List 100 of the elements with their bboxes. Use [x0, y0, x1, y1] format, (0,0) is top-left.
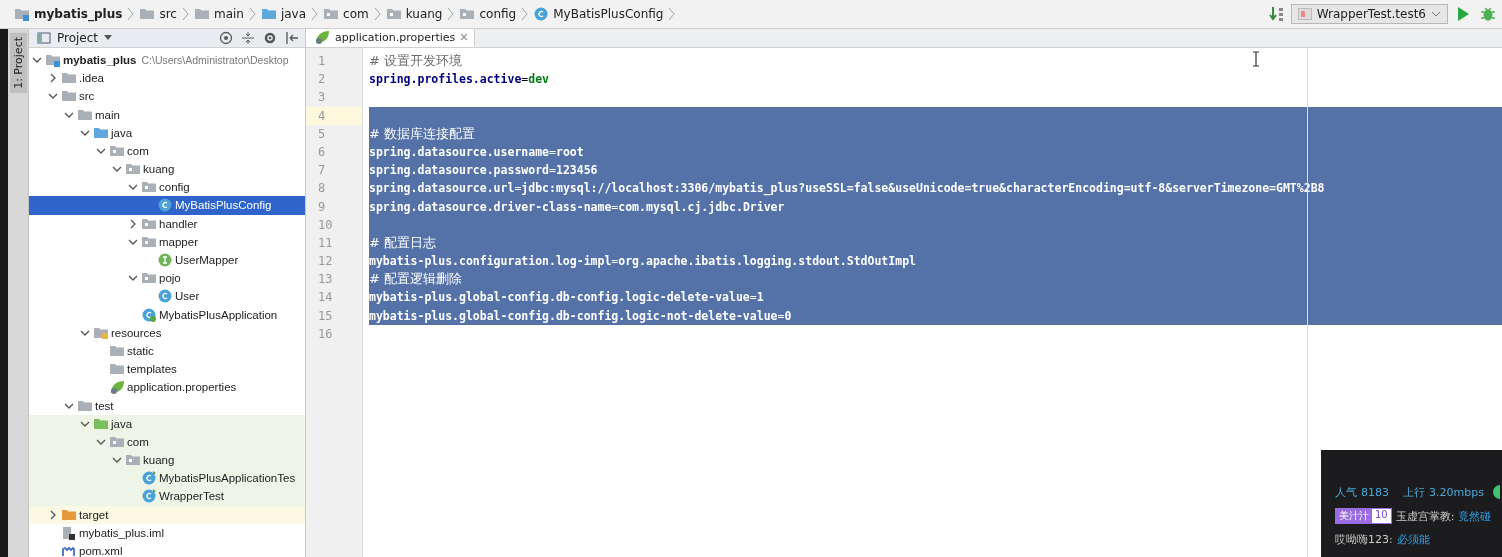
folder-icon: [139, 6, 156, 22]
code-line: mybatis-plus.global-config.db-config.logic-delete-value=1: [369, 290, 764, 305]
tree-item[interactable]: templates: [29, 360, 305, 379]
code-line: spring.profiles.active=dev: [369, 72, 550, 87]
sort-icon: [1268, 6, 1285, 22]
module-icon: [14, 6, 30, 22]
tree-item[interactable]: MyBatisPlusConfig: [29, 196, 305, 215]
hide-button[interactable]: [283, 30, 301, 45]
tree-item[interactable]: mapper: [29, 232, 305, 251]
tree-item[interactable]: java: [29, 123, 305, 142]
class-icon: [533, 6, 550, 22]
tree-item[interactable]: kuang: [29, 160, 305, 179]
tree-item[interactable]: .idea: [29, 69, 305, 88]
locate-button[interactable]: [217, 30, 235, 45]
line-number: 15: [317, 307, 334, 325]
chevron-icon: [248, 7, 256, 21]
chat-message: 竟然碰: [1458, 508, 1492, 524]
tree-item[interactable]: User: [29, 287, 305, 306]
chevron-icon: [311, 7, 319, 21]
tree-item[interactable]: WrapperTest: [29, 487, 305, 506]
package-icon: [385, 6, 402, 22]
chevron-icon: [181, 7, 189, 21]
tree-item[interactable]: mybatis_plus.iml: [29, 523, 305, 542]
line-number: 1: [317, 53, 327, 70]
path-text: C:\Users\Administrator\Desktop: [141, 54, 289, 66]
breadcrumb[interactable]: java: [260, 6, 307, 22]
project-stripe-tab[interactable]: 1: Project: [9, 33, 27, 93]
tree-item[interactable]: pom.xml: [29, 541, 305, 557]
folder-icon: [193, 6, 210, 22]
package-icon: [323, 6, 340, 22]
caret-icon: [1431, 11, 1441, 17]
chat-username: 哎呦嗨123:: [1335, 532, 1393, 547]
tree-item[interactable]: resources: [29, 323, 305, 342]
tree-item[interactable]: MybatisPlusApplication: [29, 305, 305, 324]
collapse-icon: [241, 30, 255, 45]
line-number: 9: [317, 198, 327, 216]
bug-icon: [1480, 6, 1496, 22]
breadcrumb[interactable]: kuang: [385, 6, 443, 22]
tree-item[interactable]: mybatis_plus C:\Users\Administrator\Desktop: [29, 50, 305, 70]
tree-item[interactable]: config: [29, 178, 305, 197]
hide-icon: [285, 30, 299, 45]
tree-item[interactable]: kuang: [29, 451, 305, 470]
interface-icon: [157, 252, 173, 269]
chat-message: 必须能: [1396, 532, 1430, 547]
line-number: 2: [317, 71, 327, 89]
class-icon: [141, 488, 157, 505]
folder-icon: [109, 343, 125, 359]
tree-item[interactable]: MybatisPlusApplicationTes: [29, 469, 305, 488]
line-number: 3: [317, 89, 327, 107]
tree-item[interactable]: application.properties: [29, 378, 305, 397]
tree-item[interactable]: handler: [29, 214, 305, 233]
line-number: 12: [317, 253, 334, 271]
code-line: spring.datasource.username=root: [369, 144, 584, 159]
leaf-icon: [109, 379, 125, 396]
code-line: spring.datasource.driver-class-name=com.mysql.cj.jdbc.Driver: [369, 199, 785, 214]
tree-item[interactable]: src: [29, 87, 305, 106]
config-icon: [1297, 8, 1312, 20]
tree-item[interactable]: UserMapper: [29, 250, 305, 270]
editor-tab[interactable]: application.properties: [306, 29, 476, 47]
collapse-button[interactable]: [239, 30, 257, 45]
file-icon: [61, 524, 77, 541]
line-number: 11: [317, 234, 334, 252]
chevron-icon: [668, 7, 676, 21]
breadcrumb[interactable]: MyBatisPlusConfig: [533, 6, 664, 22]
tree-item[interactable]: pojo: [29, 269, 305, 288]
line-number: 6: [317, 143, 327, 161]
code-line: spring.datasource.password=123456: [369, 163, 598, 178]
code-comment: # 数据库连接配置: [369, 125, 476, 141]
line-number: 8: [317, 180, 327, 198]
chevron-icon: [127, 7, 135, 21]
popularity-count: 8183: [1361, 485, 1389, 499]
chevron-icon: [447, 7, 455, 21]
breadcrumb[interactable]: src: [139, 6, 177, 22]
run-icon: [1456, 6, 1470, 22]
breadcrumb[interactable]: com: [323, 6, 369, 22]
line-number: 5: [317, 125, 327, 143]
breadcrumb[interactable]: main: [193, 6, 244, 22]
locate-icon: [219, 30, 233, 45]
run-configuration-dropdown[interactable]: WrapperTest.test6: [1290, 4, 1448, 24]
code-line: mybatis-plus.global-config.db-config.logic-not-delete-value=0: [369, 308, 792, 323]
code-line: mybatis-plus.configuration.log-impl=org.apache.ibatis.logging.stdout.StdOutImpl: [369, 254, 916, 269]
tree-item[interactable]: static: [29, 341, 305, 361]
settings-icon: [263, 30, 277, 45]
fan-badge: 美汁汁 10: [1335, 508, 1392, 524]
tree-item[interactable]: com: [29, 141, 305, 160]
folder-icon: [260, 6, 277, 22]
breadcrumb[interactable]: config: [459, 6, 517, 22]
panel-icon: [37, 30, 51, 45]
chat-username: 玉虚宫掌教:: [1395, 508, 1455, 524]
tree-item[interactable]: main: [29, 105, 305, 124]
tree-item[interactable]: test: [29, 396, 305, 415]
line-number: 4: [306, 106, 362, 125]
code-comment: # 配置逻辑删除: [369, 271, 463, 287]
breadcrumb[interactable]: mybatis_plus: [14, 6, 123, 22]
text-cursor-icon: [1252, 51, 1260, 67]
chevron-icon: [373, 7, 381, 21]
line-number: 14: [317, 289, 334, 307]
leaf-icon: [314, 29, 330, 45]
tree-item[interactable]: java: [29, 414, 305, 433]
module-icon: [45, 52, 61, 68]
